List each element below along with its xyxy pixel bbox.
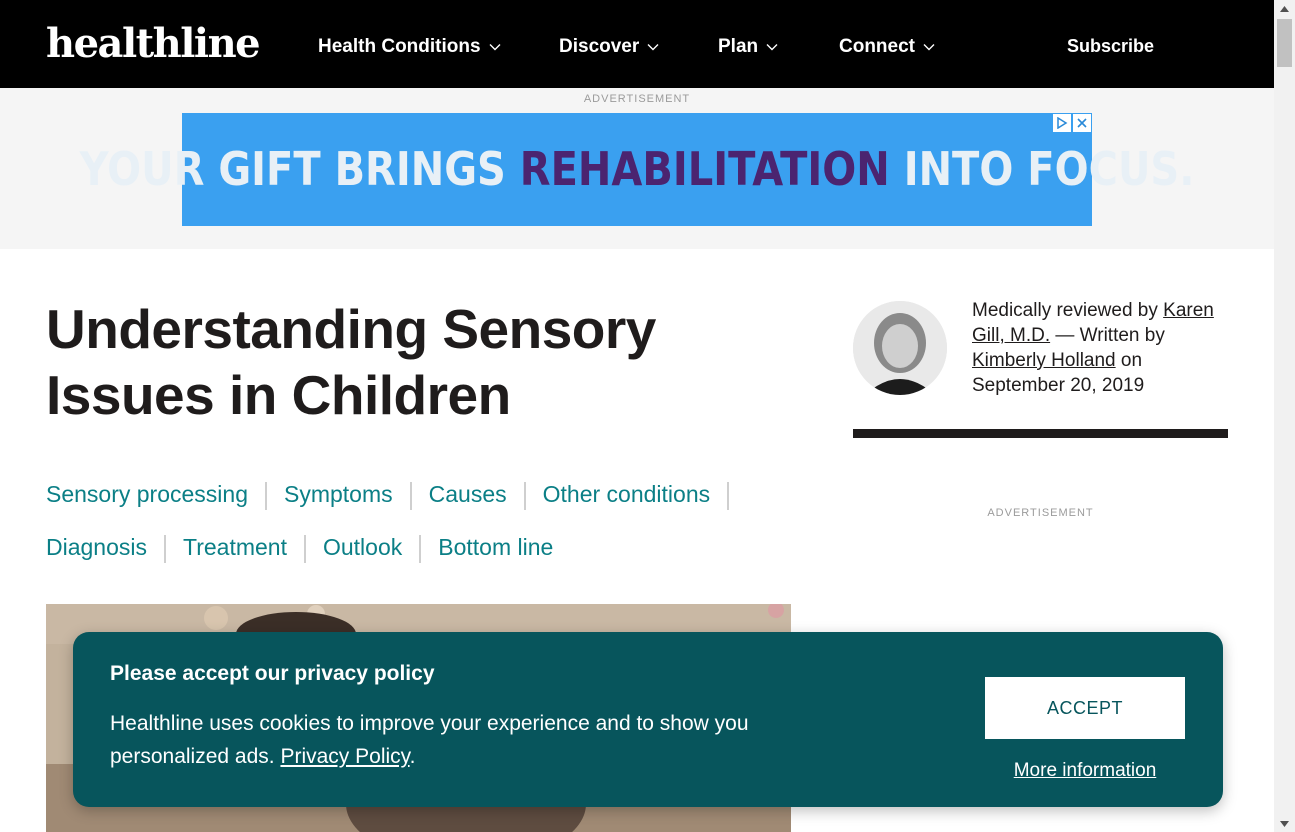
toc-divider bbox=[303, 534, 306, 563]
nav-plan[interactable]: Plan bbox=[718, 34, 778, 60]
date-prefix: on bbox=[1115, 350, 1143, 371]
toc-divider bbox=[727, 481, 730, 510]
toc-link[interactable]: Sensory processing bbox=[46, 481, 248, 507]
nav-discover[interactable]: Discover bbox=[559, 34, 659, 60]
scroll-up-arrow-icon[interactable] bbox=[1274, 0, 1295, 17]
chevron-down-icon bbox=[923, 44, 935, 51]
toc-link[interactable]: Diagnosis bbox=[46, 534, 147, 560]
toc-divider bbox=[523, 481, 526, 510]
toc-link[interactable]: Causes bbox=[429, 481, 507, 507]
author-link[interactable]: Kimberly Holland bbox=[972, 350, 1116, 371]
written-by-label: — Written by bbox=[1050, 325, 1165, 346]
privacy-banner-period: . bbox=[409, 745, 416, 768]
toc-link[interactable]: Outlook bbox=[323, 534, 402, 560]
vertical-scrollbar[interactable] bbox=[1274, 0, 1295, 832]
privacy-banner-body: Healthline uses cookies to improve your … bbox=[110, 712, 749, 768]
table-of-contents: Sensory processing Symptoms Causes Other co… bbox=[46, 468, 806, 574]
byline-divider bbox=[853, 429, 1228, 438]
toc-link[interactable]: Treatment bbox=[183, 534, 287, 560]
healthline-logo[interactable]: healthline bbox=[46, 20, 261, 68]
privacy-banner-title: Please accept our privacy policy bbox=[110, 662, 435, 685]
ad-text-highlight: REHABILITATION bbox=[519, 143, 890, 196]
scrollbar-thumb[interactable] bbox=[1277, 19, 1292, 67]
nav-label: Plan bbox=[718, 36, 759, 57]
nav-label: Connect bbox=[839, 36, 915, 57]
chevron-down-icon bbox=[766, 44, 778, 51]
nav-health-conditions[interactable]: Health Conditions bbox=[318, 34, 501, 60]
toc-divider bbox=[164, 534, 166, 563]
ad-headline: YOUR GIFT BRINGS REHABILITATION INTO FOC… bbox=[80, 143, 1195, 196]
privacy-policy-banner: Please accept our privacy policy Healthl… bbox=[73, 632, 1223, 807]
more-information-link[interactable]: More information bbox=[985, 760, 1185, 782]
toc-divider bbox=[419, 534, 422, 563]
nav-connect[interactable]: Connect bbox=[839, 34, 935, 60]
toc-link[interactable]: Bottom line bbox=[438, 534, 553, 560]
scroll-down-arrow-icon[interactable] bbox=[1274, 815, 1295, 832]
privacy-policy-link[interactable]: Privacy Policy bbox=[280, 745, 409, 768]
toc-divider bbox=[409, 481, 412, 510]
close-ad-icon[interactable] bbox=[1073, 114, 1091, 132]
article-title: Understanding Sensory Issues in Children bbox=[46, 298, 656, 426]
toc-link[interactable]: Symptoms bbox=[284, 481, 393, 507]
toc-divider bbox=[265, 481, 267, 510]
nav-label: Health Conditions bbox=[318, 36, 481, 57]
top-navigation: healthline Health Conditions Discover Pl… bbox=[0, 0, 1274, 88]
advertisement-label: ADVERTISEMENT bbox=[583, 93, 691, 105]
ad-banner[interactable]: YOUR GIFT BRINGS REHABILITATION INTO FOC… bbox=[80, 113, 1194, 226]
sidebar-advertisement-label: ADVERTISEMENT bbox=[987, 507, 1094, 519]
ad-text-before: YOUR GIFT BRINGS bbox=[79, 143, 520, 196]
author-avatar bbox=[853, 301, 947, 395]
chevron-down-icon bbox=[647, 44, 659, 51]
ad-choices bbox=[1053, 114, 1091, 132]
chevron-down-icon bbox=[489, 44, 501, 51]
adchoices-icon[interactable] bbox=[1053, 114, 1071, 132]
toc-link[interactable]: Other conditions bbox=[543, 481, 710, 507]
publish-date: September 20, 2019 bbox=[972, 375, 1145, 396]
reviewed-by-label: Medically reviewed by bbox=[972, 300, 1164, 321]
article-byline: Medically reviewed by Karen Gill, M.D. —… bbox=[972, 298, 1237, 398]
nav-label: Discover bbox=[559, 36, 640, 57]
top-ad-section: ADVERTISEMENT YOUR GIFT BRINGS REHABILIT… bbox=[0, 88, 1274, 249]
privacy-banner-text: Healthline uses cookies to improve your … bbox=[110, 707, 830, 773]
subscribe-link[interactable]: Subscribe bbox=[1067, 34, 1154, 58]
ad-text-after: INTO FOCUS. bbox=[889, 143, 1195, 196]
accept-button[interactable]: ACCEPT bbox=[985, 677, 1185, 739]
